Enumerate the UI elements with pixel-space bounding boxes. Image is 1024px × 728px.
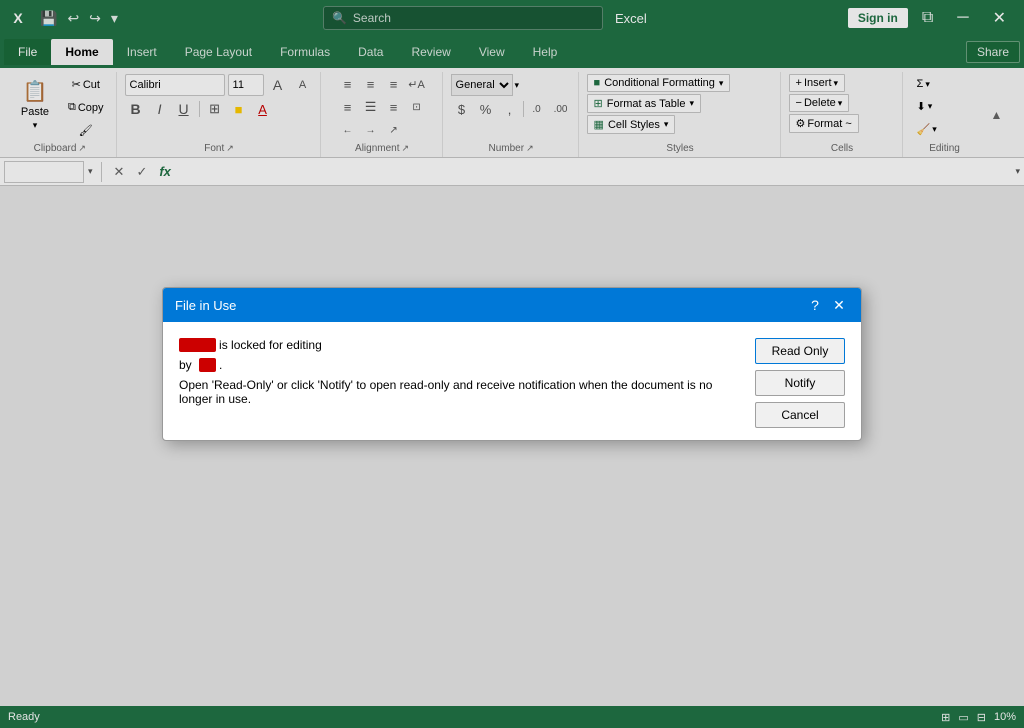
dialog-locked-message: is locked for editing — [179, 338, 743, 352]
locked-text: is locked for editing — [219, 338, 322, 352]
dialog-by-message: by . — [179, 358, 743, 372]
dialog-body: is locked for editing by . Open 'Read-On… — [163, 322, 861, 440]
dialog-buttons: Read Only Notify Cancel — [755, 338, 845, 428]
locked-user — [199, 358, 216, 372]
dialog-close-button[interactable]: ✕ — [829, 295, 849, 315]
cancel-button[interactable]: Cancel — [755, 402, 845, 428]
by-label: by — [179, 358, 192, 372]
read-only-button[interactable]: Read Only — [755, 338, 845, 364]
dialog-titlebar-buttons: ? ✕ — [805, 295, 849, 315]
notify-button[interactable]: Notify — [755, 370, 845, 396]
dialog-overlay: File in Use ? ✕ is locked for editing by… — [0, 0, 1024, 728]
dialog-title: File in Use — [175, 298, 236, 313]
dialog-instruction: Open 'Read-Only' or click 'Notify' to op… — [179, 378, 743, 406]
dialog-message: is locked for editing by . Open 'Read-On… — [179, 338, 743, 428]
dialog-titlebar: File in Use ? ✕ — [163, 288, 861, 322]
locked-filename — [179, 338, 216, 352]
dialog-help-button[interactable]: ? — [805, 295, 825, 315]
file-in-use-dialog: File in Use ? ✕ is locked for editing by… — [162, 287, 862, 441]
